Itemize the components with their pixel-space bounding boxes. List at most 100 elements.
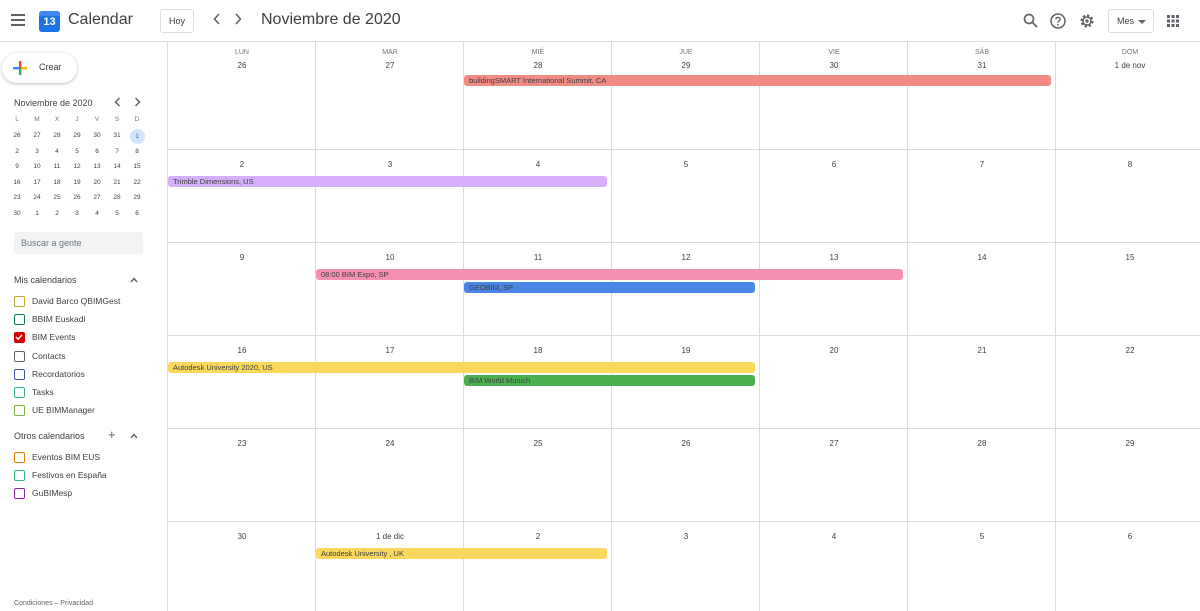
day-number[interactable]: 27	[316, 61, 464, 70]
calendar-item[interactable]: GuBIMesp	[14, 487, 154, 501]
checkbox-icon[interactable]	[14, 314, 25, 326]
mini-day[interactable]: 16	[8, 176, 26, 190]
checkbox-icon[interactable]	[14, 452, 25, 463]
mini-day[interactable]: 7	[108, 145, 126, 159]
mini-day[interactable]: 6	[128, 207, 146, 221]
event-chip[interactable]: GEOBIM, SP	[464, 282, 755, 293]
mini-day[interactable]: 12	[68, 160, 86, 174]
create-button[interactable]: Crear	[2, 53, 77, 83]
search-icon[interactable]	[1022, 12, 1040, 30]
day-number[interactable]: 28	[908, 439, 1056, 448]
day-number[interactable]: 29	[612, 61, 760, 70]
main-menu-icon[interactable]	[11, 14, 25, 26]
mini-day[interactable]: 27	[28, 129, 46, 143]
mini-day[interactable]: 26	[8, 129, 26, 143]
mini-day[interactable]: 15	[128, 160, 146, 174]
help-icon[interactable]	[1049, 12, 1067, 30]
mini-day[interactable]: 30	[8, 207, 26, 221]
mini-day[interactable]: 26	[68, 191, 86, 205]
today-button[interactable]: Hoy	[160, 9, 194, 33]
day-number[interactable]: 24	[316, 439, 464, 448]
mini-day[interactable]: 21	[108, 176, 126, 190]
calendar-item[interactable]: David Barco QBIMGest	[14, 295, 154, 309]
day-number[interactable]: 1 de dic	[316, 532, 464, 541]
chevron-right-icon[interactable]	[234, 13, 242, 28]
mini-day[interactable]: 5	[108, 207, 126, 221]
mini-day[interactable]: 8	[128, 145, 146, 159]
day-number[interactable]: 4	[760, 532, 908, 541]
mini-day[interactable]: 28	[108, 191, 126, 205]
day-number[interactable]: 5	[612, 160, 760, 169]
calendar-item[interactable]: BIM Events	[14, 331, 154, 345]
calendar-item[interactable]: UE BIMManager	[14, 404, 154, 418]
checkbox-icon[interactable]	[14, 470, 25, 482]
calendar-item[interactable]: Tasks	[14, 386, 154, 400]
day-number[interactable]: 25	[464, 439, 612, 448]
settings-gear-icon[interactable]	[1078, 12, 1096, 30]
checkbox-icon[interactable]	[14, 350, 25, 362]
day-number[interactable]: 26	[168, 61, 316, 70]
day-number[interactable]: 2	[168, 160, 316, 169]
day-number[interactable]: 16	[168, 346, 316, 355]
mini-next-chevron-icon[interactable]	[134, 97, 141, 110]
mini-day[interactable]: 19	[68, 176, 86, 190]
mini-day[interactable]: 1	[129, 129, 145, 144]
mini-day[interactable]: 9	[8, 160, 26, 174]
day-number[interactable]: 5	[908, 532, 1056, 541]
mini-day[interactable]: 3	[28, 145, 46, 159]
event-chip[interactable]: Trimble Dimensions, US	[168, 176, 607, 187]
apps-grid-icon[interactable]	[1164, 12, 1182, 30]
day-number[interactable]: 3	[316, 160, 464, 169]
chevron-up-icon[interactable]	[130, 432, 138, 440]
checked-checkbox-icon[interactable]	[14, 332, 25, 344]
day-number[interactable]: 12	[612, 253, 760, 262]
day-number[interactable]: 1 de nov	[1056, 61, 1200, 70]
view-selector[interactable]: Mes	[1108, 9, 1154, 33]
my-calendars-title[interactable]: Mis calendarios	[14, 275, 77, 285]
day-number[interactable]: 23	[168, 439, 316, 448]
mini-day[interactable]: 18	[48, 176, 66, 190]
mini-day[interactable]: 22	[128, 176, 146, 190]
mini-day[interactable]: 1	[28, 207, 46, 221]
event-chip[interactable]: buildingSMART International Summit, CA	[464, 75, 1051, 86]
day-number[interactable]: 28	[464, 61, 612, 70]
checkbox-icon[interactable]	[14, 488, 25, 500]
checkbox-icon[interactable]	[14, 296, 25, 307]
day-number[interactable]: 14	[908, 253, 1056, 262]
calendar-item[interactable]: BBIM Euskadi	[14, 313, 154, 327]
mini-day[interactable]: 29	[128, 191, 146, 205]
mini-day[interactable]: 5	[68, 145, 86, 159]
calendar-item[interactable]: Recordatorios	[14, 368, 154, 382]
day-number[interactable]: 6	[1056, 532, 1200, 541]
add-calendar-plus-icon[interactable]: +	[108, 427, 116, 442]
day-number[interactable]: 6	[760, 160, 908, 169]
event-chip[interactable]: BIM World Munich	[464, 375, 755, 386]
mini-day[interactable]: 3	[68, 207, 86, 221]
mini-day[interactable]: 6	[88, 145, 106, 159]
day-number[interactable]: 9	[168, 253, 316, 262]
footer-links[interactable]: Condiciones – Privacidad	[14, 600, 93, 607]
mini-day[interactable]: 2	[8, 145, 26, 159]
day-number[interactable]: 19	[612, 346, 760, 355]
search-people-input[interactable]: Buscar a gente	[14, 232, 143, 254]
event-chip[interactable]: Autodesk University 2020, US	[168, 362, 755, 373]
mini-day[interactable]: 28	[48, 129, 66, 143]
mini-day[interactable]: 27	[88, 191, 106, 205]
day-number[interactable]: 31	[908, 61, 1056, 70]
calendar-item[interactable]: Festivos en España	[14, 469, 154, 483]
other-calendars-title[interactable]: Otros calendarios	[14, 431, 85, 441]
day-number[interactable]: 27	[760, 439, 908, 448]
checkbox-icon[interactable]	[14, 368, 25, 380]
day-number[interactable]: 30	[168, 532, 316, 541]
chevron-up-icon[interactable]	[130, 276, 138, 284]
day-number[interactable]: 21	[908, 346, 1056, 355]
mini-day[interactable]: 23	[8, 191, 26, 205]
mini-day[interactable]: 13	[88, 160, 106, 174]
checkbox-icon[interactable]	[14, 387, 25, 398]
calendar-item[interactable]: Eventos BIM EUS	[14, 451, 154, 465]
day-number[interactable]: 7	[908, 160, 1056, 169]
day-number[interactable]: 10	[316, 253, 464, 262]
day-number[interactable]: 22	[1056, 346, 1200, 355]
event-chip[interactable]: 08:00 BIM Expo, SP	[316, 269, 903, 280]
checkbox-icon[interactable]	[14, 405, 25, 417]
